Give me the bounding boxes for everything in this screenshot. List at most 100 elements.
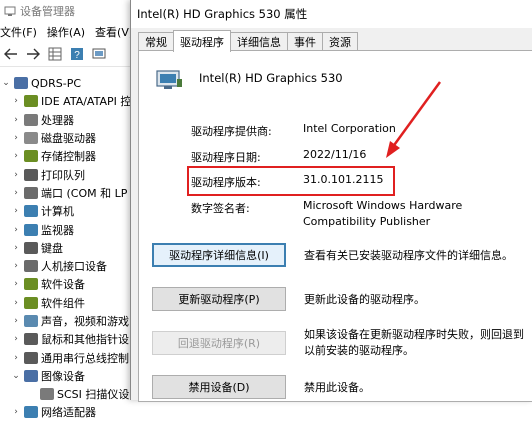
- tree-item-label: 端口 (COM 和 LP: [41, 186, 128, 200]
- signer-label: 数字签名者:: [191, 202, 250, 215]
- tree-item-label: 处理器: [41, 113, 74, 127]
- tree-item[interactable]: › 端口 (COM 和 LP: [0, 184, 150, 202]
- rollback-driver-desc-line1: 如果该设备在更新驱动程序时失败，则回退到: [304, 328, 524, 341]
- update-driver-desc: 更新此设备的驱动程序。: [304, 293, 425, 306]
- tree-item[interactable]: › 键盘: [0, 239, 150, 257]
- tree-item-label: 人机接口设备: [41, 260, 107, 274]
- date-label: 驱动程序日期:: [191, 151, 261, 164]
- device-category-icon: [24, 241, 38, 254]
- properties-grid-icon[interactable]: [46, 45, 64, 63]
- tab-driver[interactable]: 驱动程序: [173, 30, 231, 52]
- tree-item[interactable]: › 人机接口设备: [0, 257, 150, 275]
- device-category-icon: [24, 333, 38, 346]
- tree-item[interactable]: ⌄ 图像设备: [0, 367, 150, 385]
- device-manager-menubar: 文件(F) 操作(A) 查看(V): [0, 22, 150, 42]
- tree-item[interactable]: › IDE ATA/ATAPI 控: [0, 92, 150, 110]
- device-category-icon: [24, 186, 38, 199]
- chevron-down-icon[interactable]: ⌄: [0, 78, 12, 88]
- tree-item[interactable]: › 软件设备: [0, 275, 150, 293]
- chevron-right-icon[interactable]: ›: [10, 115, 22, 125]
- driver-details-desc: 查看有关已安装驱动程序文件的详细信息。: [304, 249, 513, 262]
- device-category-icon: [40, 388, 54, 401]
- device-manager-window: 设备管理器 文件(F) 操作(A) 查看(V) ? ⌄ QDRS-PC › IDE A…: [0, 0, 151, 419]
- chevron-right-icon[interactable]: ›: [10, 334, 22, 344]
- device-manager-title: 设备管理器: [20, 5, 75, 18]
- chevron-right-icon[interactable]: ›: [10, 279, 22, 289]
- tree-item[interactable]: › 打印队列: [0, 165, 150, 183]
- menu-file[interactable]: 文件(F): [0, 24, 37, 40]
- disable-device-desc: 禁用此设备。: [304, 381, 370, 394]
- date-value: 2022/11/16: [303, 148, 367, 161]
- driver-tab-panel: Intel(R) HD Graphics 530 驱动程序提供商: Intel …: [138, 50, 532, 402]
- tree-item-label: 声音，视频和游戏: [41, 315, 129, 328]
- tree-item[interactable]: › 处理器: [0, 111, 150, 129]
- version-label: 驱动程序版本:: [191, 176, 261, 189]
- forward-arrow-icon[interactable]: [24, 45, 42, 63]
- tree-item[interactable]: › 计算机: [0, 202, 150, 220]
- chevron-right-icon[interactable]: ›: [10, 170, 22, 180]
- chevron-right-icon[interactable]: ›: [10, 298, 22, 308]
- device-category-icon: [24, 260, 38, 273]
- tree-item[interactable]: SCSI 扫描仪设: [0, 385, 150, 403]
- tree-item[interactable]: › 存储控制器: [0, 147, 150, 165]
- tab-details[interactable]: 详细信息: [230, 32, 288, 51]
- tree-item[interactable]: › 鼠标和其他指针设: [0, 330, 150, 348]
- chevron-right-icon[interactable]: ›: [10, 225, 22, 235]
- tree-item[interactable]: › 软件组件: [0, 294, 150, 312]
- provider-value: Intel Corporation: [303, 122, 396, 135]
- driver-details-button[interactable]: 驱动程序详细信息(I): [152, 243, 286, 267]
- chevron-right-icon[interactable]: ›: [10, 188, 22, 198]
- tree-item-label: 存储控制器: [41, 150, 96, 164]
- rollback-driver-button[interactable]: 回退驱动程序(R): [152, 331, 286, 355]
- rollback-driver-desc-line2: 以前安装的驱动程序。: [304, 344, 414, 357]
- chevron-down-icon[interactable]: ⌄: [10, 371, 22, 381]
- tree-item[interactable]: › 网络适配器: [0, 403, 150, 421]
- back-arrow-icon[interactable]: [2, 45, 20, 63]
- tree-item-label: 监视器: [41, 223, 74, 237]
- tree-item-label: 计算机: [41, 205, 74, 219]
- tree-item-label: 鼠标和其他指针设: [41, 333, 129, 347]
- scan-hardware-icon[interactable]: [90, 45, 108, 63]
- tree-item[interactable]: › 声音，视频和游戏: [0, 312, 150, 330]
- device-category-icon: [24, 113, 38, 126]
- help-icon[interactable]: ?: [68, 45, 86, 63]
- tree-item-label: 软件设备: [41, 278, 85, 292]
- tree-item-label: 打印队列: [41, 168, 85, 182]
- chevron-right-icon[interactable]: ›: [10, 206, 22, 216]
- device-manager-toolbar: ?: [0, 42, 150, 67]
- chevron-right-icon[interactable]: ›: [10, 133, 22, 143]
- menu-view[interactable]: 查看(V): [95, 24, 133, 40]
- tab-events[interactable]: 事件: [287, 32, 323, 51]
- tree-item-label: QDRS-PC: [31, 76, 82, 90]
- tree-item[interactable]: › 磁盘驱动器: [0, 129, 150, 147]
- chevron-right-icon[interactable]: ›: [10, 96, 22, 106]
- device-category-icon: [24, 223, 38, 236]
- signer-value-line2: Compatibility Publisher: [303, 215, 431, 228]
- menu-action[interactable]: 操作(A): [47, 24, 85, 40]
- chevron-right-icon[interactable]: ›: [10, 261, 22, 271]
- tree-item-label: 键盘: [41, 241, 63, 255]
- device-category-icon: [24, 369, 38, 382]
- chevron-right-icon[interactable]: ›: [10, 316, 22, 326]
- update-driver-button[interactable]: 更新驱动程序(P): [152, 287, 286, 311]
- chevron-right-icon[interactable]: ›: [10, 243, 22, 253]
- display-adapter-icon: [155, 69, 183, 91]
- properties-dialog: Intel(R) HD Graphics 530 属性 常规 驱动程序 详细信息…: [130, 0, 532, 402]
- dialog-titlebar: Intel(R) HD Graphics 530 属性: [131, 0, 532, 28]
- device-tree: ⌄ QDRS-PC › IDE ATA/ATAPI 控 › 处理器 › 磁盘驱动器 › 存储控制器…: [0, 74, 150, 422]
- tree-item-label: 通用串行总线控制: [41, 351, 129, 365]
- device-category-icon: [24, 150, 38, 163]
- chevron-right-icon[interactable]: ›: [10, 407, 22, 417]
- svg-text:?: ?: [74, 50, 80, 61]
- tree-item[interactable]: ⌄ QDRS-PC: [0, 74, 150, 92]
- device-manager-app-icon: [4, 5, 16, 17]
- chevron-right-icon[interactable]: ›: [10, 353, 22, 363]
- device-name: Intel(R) HD Graphics 530: [199, 71, 343, 85]
- tree-item[interactable]: › 通用串行总线控制: [0, 348, 150, 366]
- tab-resources[interactable]: 资源: [322, 32, 358, 51]
- device-category-icon: [24, 351, 38, 364]
- tree-item[interactable]: › 监视器: [0, 220, 150, 238]
- chevron-right-icon[interactable]: ›: [10, 151, 22, 161]
- tab-general[interactable]: 常规: [138, 32, 174, 51]
- disable-device-button[interactable]: 禁用设备(D): [152, 375, 286, 399]
